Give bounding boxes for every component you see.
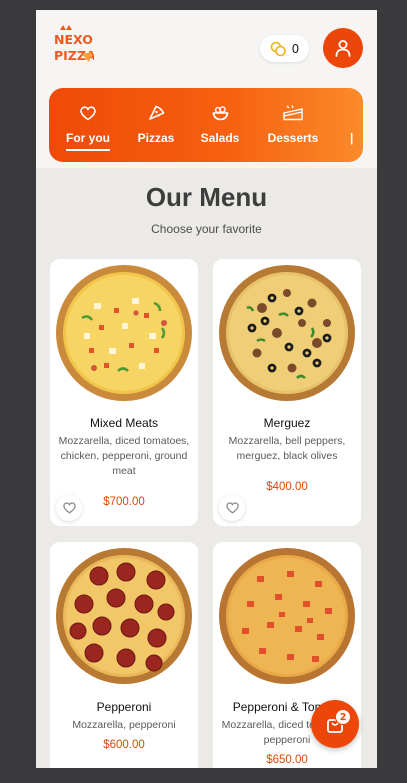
coins-count: 0 bbox=[291, 41, 300, 56]
favorite-button[interactable] bbox=[219, 495, 245, 521]
salad-bowl-icon bbox=[212, 104, 229, 122]
brand-logo[interactable]: NEXO PIZZA bbox=[52, 24, 96, 68]
category-tab-for-you[interactable]: For you bbox=[65, 88, 111, 162]
menu-title: Our Menu bbox=[145, 182, 268, 212]
category-bar[interactable]: For you Pizzas Salads Desserts | bbox=[49, 88, 363, 162]
svg-text:NEXO: NEXO bbox=[54, 32, 93, 47]
product-name: Merguez bbox=[263, 416, 311, 430]
product-description: Mozzarella, diced tomatoes, chicken, pep… bbox=[58, 435, 190, 477]
favorite-button[interactable] bbox=[56, 495, 82, 521]
heart-icon bbox=[225, 502, 239, 514]
pizza-image bbox=[219, 265, 355, 401]
cake-icon bbox=[282, 104, 304, 122]
category-label: Desserts bbox=[267, 131, 319, 145]
pizza-image bbox=[219, 548, 355, 684]
heart-icon bbox=[62, 502, 76, 514]
heart-icon bbox=[80, 104, 96, 122]
category-bar-area: For you Pizzas Salads Desserts | bbox=[36, 84, 377, 168]
header: NEXO PIZZA 0 bbox=[36, 10, 377, 84]
app-frame: NEXO PIZZA 0 For you Pizzas Salads Desse… bbox=[36, 10, 377, 768]
product-price: $650.00 bbox=[266, 754, 308, 766]
cart-count-badge: 2 bbox=[335, 709, 351, 725]
category-tab-more[interactable]: | bbox=[346, 88, 358, 162]
cart-button[interactable] bbox=[311, 700, 359, 748]
category-tab-pizzas[interactable]: Pizzas bbox=[135, 88, 177, 162]
profile-button[interactable] bbox=[323, 28, 363, 68]
category-tab-salads[interactable]: Salads bbox=[200, 88, 240, 162]
category-label: For you bbox=[66, 131, 110, 151]
product-card-merguez[interactable]: Merguez Mozzarella, bell peppers, mergue… bbox=[213, 259, 361, 526]
product-price: $600.00 bbox=[103, 739, 145, 751]
product-description: Mozzarella, pepperoni bbox=[72, 719, 176, 731]
category-label: Pizzas bbox=[137, 131, 175, 145]
product-card-pepperoni[interactable]: Pepperoni Mozzarella, pepperoni $600.00 bbox=[50, 542, 198, 768]
pizza-slice-icon bbox=[148, 104, 165, 122]
category-label-cutoff: | bbox=[350, 131, 354, 145]
product-description: Mozzarella, bell peppers, merguez, black… bbox=[228, 435, 346, 462]
product-card-mixed-meats[interactable]: Mixed Meats Mozzarella, diced tomatoes, … bbox=[50, 259, 198, 526]
user-icon bbox=[335, 40, 351, 57]
coins-icon bbox=[270, 41, 286, 56]
pizza-image bbox=[56, 548, 192, 684]
category-tab-desserts[interactable]: Desserts bbox=[267, 88, 319, 162]
pizza-image bbox=[56, 265, 192, 401]
product-price: $400.00 bbox=[266, 481, 308, 493]
product-name: Pepperoni bbox=[96, 700, 152, 714]
coins-balance[interactable]: 0 bbox=[260, 35, 309, 62]
category-label: Salads bbox=[200, 131, 240, 145]
product-name: Mixed Meats bbox=[89, 416, 159, 430]
menu-subtitle: Choose your favorite bbox=[151, 222, 262, 236]
